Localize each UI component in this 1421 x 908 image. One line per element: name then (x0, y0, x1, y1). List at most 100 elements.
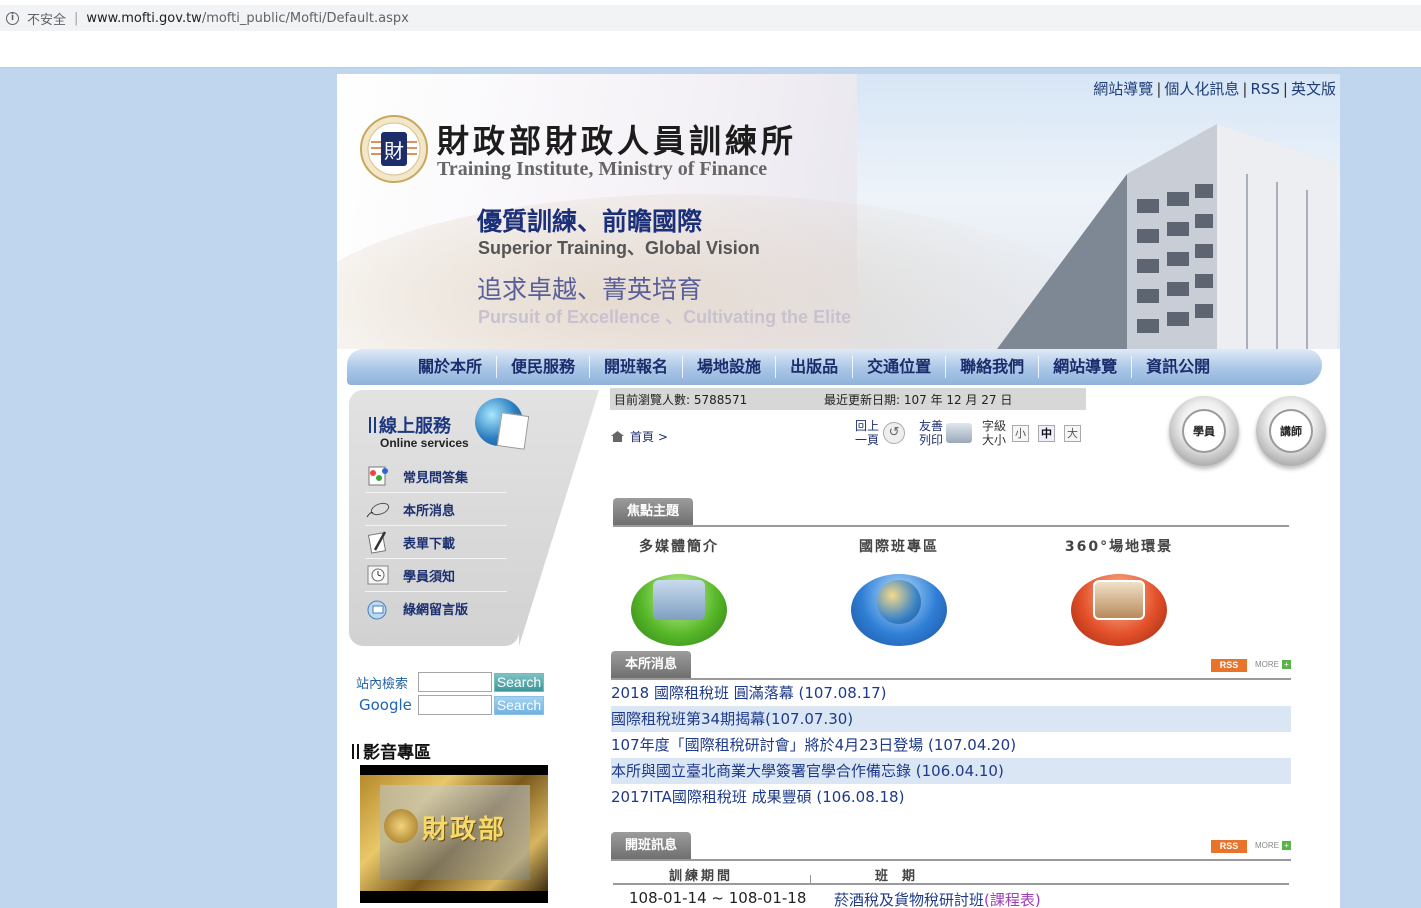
focus-section-title: 焦點主題 (613, 498, 694, 525)
breadcrumb-home[interactable]: 首頁 (630, 428, 654, 445)
status-bar: 目前瀏覽人數: 5788571 最近更新日期: 107 年 12 月 27 日 (610, 388, 1086, 410)
classes-rss-button[interactable]: RSS (1211, 840, 1247, 853)
teacher-button-label: 講師 (1269, 409, 1313, 453)
globe-icon (851, 574, 947, 646)
focus-item-label: 360°場地環景 (1064, 539, 1174, 555)
last-updated: 最近更新日期: 107 年 12 月 27 日 (824, 392, 1013, 407)
banner: 網站導覽 | 個人化訊息 | RSS | 英文版 財 財政部財政人員訓練所 Training… (337, 74, 1340, 349)
org-name-en: Training Institute, Ministry of Finance (437, 158, 768, 180)
online-services-panel: 線上服務 Online services 常見問答集 本所消息 表單下載 學員須… (349, 390, 599, 646)
font-size-line2: 大小 (982, 433, 1007, 447)
top-link-rss[interactable]: RSS (1250, 80, 1279, 98)
panel-wedge (519, 390, 599, 646)
nav-item-about[interactable]: 關於本所 (404, 356, 498, 378)
classes-more-link[interactable]: MORE (1255, 841, 1291, 850)
printer-icon[interactable] (946, 423, 973, 443)
top-link-separator: | (1156, 80, 1162, 98)
home-icon (611, 431, 624, 442)
news-item[interactable]: 107年度「國際租稅研討會」將於4月23日登場 (107.04.20) (611, 732, 1291, 758)
browser-address-bar: i 不安全 | www.mofti.gov.tw/mofti_public/Mo… (0, 0, 1421, 68)
service-label: 常見問答集 (403, 470, 469, 486)
print-label[interactable]: 友善 列印 (919, 419, 943, 447)
service-item-forms[interactable]: 表單下載 (365, 526, 507, 559)
emblem-icon (384, 809, 418, 843)
news-item[interactable]: 2017ITA國際租稅班 成果豐碩 (106.08.18) (611, 784, 1291, 810)
url-path[interactable]: /mofti_public/Mofti/Default.aspx (202, 11, 409, 26)
nav-item-contact[interactable]: 聯絡我們 (946, 356, 1040, 378)
service-item-news[interactable]: 本所消息 (365, 493, 507, 526)
message-icon (367, 600, 387, 619)
focus-item-360-view[interactable]: 360°場地環景 (1049, 536, 1189, 648)
teacher-button[interactable]: 講師 (1256, 396, 1326, 466)
nav-item-registration[interactable]: 開班報名 (590, 356, 684, 378)
back-icon[interactable]: ↺ (883, 422, 906, 444)
main-nav: 關於本所 便民服務 開班報名 場地設施 出版品 交通位置 聯絡我們 網站導覽 資… (347, 349, 1322, 385)
site-search: 站內檢索 Search Google Search (356, 671, 544, 717)
font-medium-button[interactable]: 中 (1038, 424, 1056, 442)
news-item[interactable]: 2018 國際租稅班 圓滿落幕 (107.08.17) (611, 680, 1291, 706)
syllabus-link[interactable]: (課程表) (984, 891, 1041, 908)
service-item-faq[interactable]: 常見問答集 (365, 460, 507, 493)
globe-thumbnail (877, 580, 921, 624)
nav-item-location[interactable]: 交通位置 (853, 356, 947, 378)
pen-icon (367, 531, 387, 554)
top-link-sitemap[interactable]: 網站導覽 (1093, 80, 1153, 98)
news-list: 2018 國際租稅班 圓滿落幕 (107.08.17) 國際租稅班第34期揭幕(… (611, 680, 1291, 810)
breadcrumb-separator: > (657, 429, 668, 444)
slogan-1-zh: 優質訓練、前瞻國際 (477, 207, 703, 236)
news-item[interactable]: 本所與國立臺北商業大學簽署官學合作備忘錄 (106.04.10) (611, 758, 1291, 784)
service-label: 本所消息 (403, 503, 456, 519)
class-name-link[interactable]: 菸酒稅及貨物稅研討班(課程表) (834, 889, 1041, 908)
service-item-student-notice[interactable]: 學員須知 (365, 559, 507, 592)
site-search-label: 站內檢索 (356, 676, 409, 692)
globe-icon (475, 398, 523, 446)
top-links: 網站導覽 | 個人化訊息 | RSS | 英文版 (1093, 78, 1336, 99)
focus-item-multimedia[interactable]: 多媒體簡介 (609, 536, 749, 648)
back-label[interactable]: 回上 一頁 (855, 419, 879, 447)
info-icon[interactable]: i (6, 11, 19, 25)
panorama-icon (1071, 574, 1167, 646)
classes-section-title: 開班訊息 (611, 832, 692, 859)
security-label[interactable]: 不安全 (27, 9, 66, 28)
video-title: 財政部 (422, 815, 507, 845)
service-label: 學員須知 (403, 569, 456, 585)
google-search-input[interactable] (418, 695, 492, 715)
font-large-button[interactable]: 大 (1064, 424, 1082, 442)
news-item[interactable]: 國際租稅班第34期揭幕(107.07.30) (611, 706, 1291, 732)
visitor-count: 目前瀏覽人數: 5788571 (614, 392, 748, 407)
video-player[interactable]: 財政部 (360, 765, 548, 903)
top-link-personalized[interactable]: 個人化訊息 (1164, 80, 1239, 98)
news-section-title: 本所消息 (611, 651, 692, 678)
url-bar[interactable]: i 不安全 | www.mofti.gov.tw/mofti_public/Mo… (0, 5, 1421, 31)
url-host[interactable]: www.mofti.gov.tw (86, 11, 201, 26)
student-button-label: 學員 (1182, 409, 1226, 453)
student-button[interactable]: 學員 (1169, 396, 1239, 466)
focus-item-label: 國際班專區 (859, 539, 939, 555)
classes-section-header: 開班訊息 RSS MORE (611, 832, 1291, 861)
nav-item-facilities[interactable]: 場地設施 (683, 356, 777, 378)
news-rss-button[interactable]: RSS (1211, 659, 1247, 672)
font-small-button[interactable]: 小 (1012, 424, 1030, 442)
site-search-input[interactable] (418, 672, 492, 692)
news-more-link[interactable]: MORE (1255, 660, 1291, 669)
focus-item-international[interactable]: 國際班專區 (829, 536, 969, 648)
institute-logo[interactable]: 財 (359, 114, 429, 184)
av-section-title: 影音專區 (352, 738, 431, 763)
nav-item-disclosure[interactable]: 資訊公開 (1132, 356, 1224, 378)
site-search-button[interactable]: Search (494, 672, 544, 692)
table-row: 108-01-14 ~ 108-01-18 菸酒稅及貨物稅研討班(課程表) (629, 889, 1041, 908)
google-search-button[interactable]: Search (494, 695, 544, 715)
service-item-guestbook[interactable]: 綠網留言版 (365, 592, 507, 625)
search-row-site: 站內檢索 Search (356, 671, 544, 693)
nav-item-publications[interactable]: 出版品 (776, 356, 854, 378)
search-row-google: Google Search (356, 694, 544, 716)
class-name: 菸酒稅及貨物稅研討班 (834, 891, 985, 908)
font-size-line1: 字級 (982, 419, 1007, 433)
focus-section-header: 焦點主題 (613, 498, 1289, 527)
top-link-english[interactable]: 英文版 (1291, 80, 1336, 98)
column-header-period: 訓練期間 (669, 869, 734, 884)
slogan-1-en: Superior Training、Global Vision (478, 238, 760, 258)
column-header-class: 班期 (875, 869, 930, 884)
nav-item-sitemap[interactable]: 網站導覽 (1039, 356, 1133, 378)
nav-item-services[interactable]: 便民服務 (497, 356, 591, 378)
